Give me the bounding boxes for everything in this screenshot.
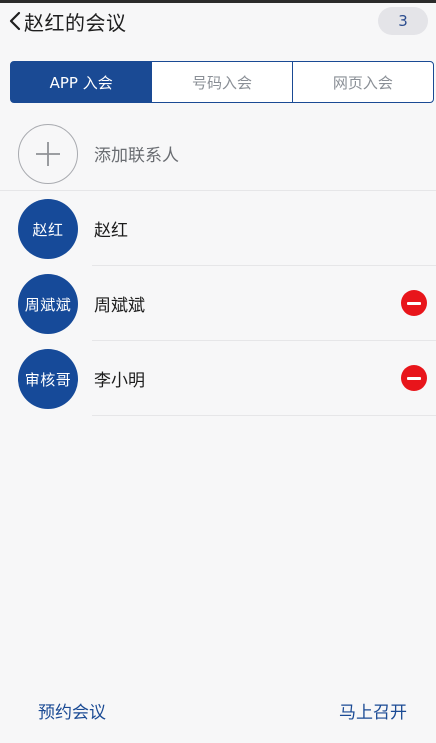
participant-row[interactable]: 赵红 赵红 (0, 191, 436, 266)
participant-row[interactable]: 审核哥 李小明 (0, 341, 436, 416)
participant-list: 添加联系人 赵红 赵红 周斌斌 周斌斌 审核哥 李小明 (0, 116, 436, 416)
join-mode-tabs: APP 入会 号码入会 网页入会 (10, 61, 434, 103)
remove-participant-button[interactable] (401, 290, 427, 316)
divider (92, 415, 436, 416)
tab-phone-join[interactable]: 号码入会 (150, 61, 294, 103)
page-title: 赵红的会议 (24, 10, 127, 35)
start-now-button[interactable]: 马上召开 (339, 698, 407, 723)
add-contact-row[interactable]: 添加联系人 (0, 116, 436, 191)
chevron-left-icon (8, 10, 22, 32)
tab-web-join[interactable]: 网页入会 (291, 61, 434, 103)
avatar: 周斌斌 (18, 274, 78, 334)
schedule-meeting-button[interactable]: 预约会议 (38, 698, 106, 723)
back-button[interactable]: 赵红的会议 (8, 7, 127, 35)
participant-count-badge[interactable]: 3 (378, 7, 428, 35)
add-contact-button[interactable] (18, 124, 78, 184)
add-contact-label: 添加联系人 (94, 146, 179, 166)
participant-name: 周斌斌 (94, 296, 145, 316)
remove-participant-button[interactable] (401, 365, 427, 391)
participant-name: 李小明 (94, 371, 145, 391)
participant-row[interactable]: 周斌斌 周斌斌 (0, 266, 436, 341)
avatar: 审核哥 (18, 349, 78, 409)
avatar: 赵红 (18, 199, 78, 259)
participant-name: 赵红 (94, 221, 128, 241)
header-bar: 赵红的会议 3 (0, 3, 436, 39)
footer-bar: 预约会议 马上召开 (0, 690, 436, 730)
tab-app-join[interactable]: APP 入会 (10, 61, 153, 103)
